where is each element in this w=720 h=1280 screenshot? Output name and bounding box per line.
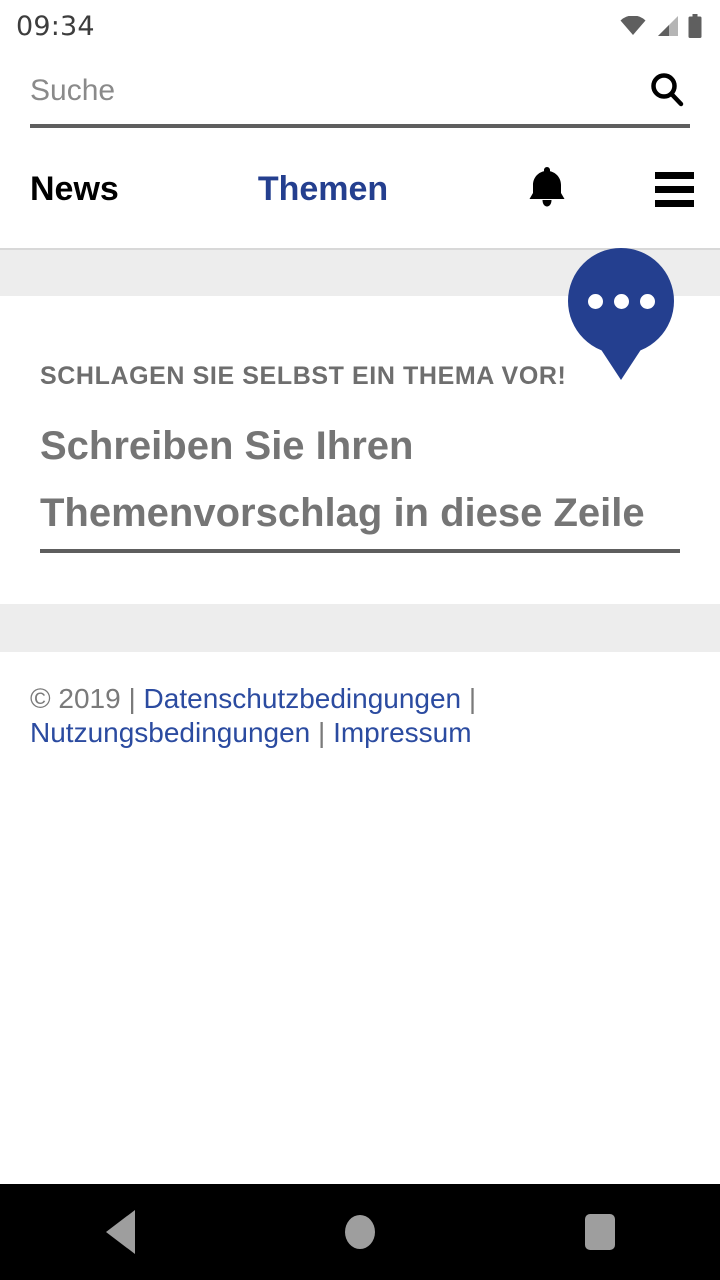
back-triangle-icon (105, 1210, 135, 1254)
android-home-button[interactable] (300, 1184, 420, 1280)
section-divider-band-bottom (0, 604, 720, 652)
footer-legal-line: © 2019 | Datenschutzbedingungen | Nutzun… (30, 682, 690, 750)
bubble-dot (639, 293, 655, 309)
search-underline (30, 124, 690, 128)
wifi-icon (620, 16, 646, 36)
bubble-dot (587, 293, 603, 309)
bubble-dot (613, 293, 629, 309)
footer-separator: | (318, 717, 326, 748)
cellular-signal-icon (655, 16, 679, 36)
footer-separator: | (128, 683, 136, 714)
footer-link-nutzungsbedingungen[interactable]: Nutzungsbedingungen (30, 717, 310, 748)
suggestion-field-wrapper (30, 413, 690, 553)
topic-suggestion-input[interactable] (40, 413, 685, 547)
status-icons (620, 14, 702, 38)
bubble-tail (600, 348, 642, 380)
footer: © 2019 | Datenschutzbedingungen | Nutzun… (0, 652, 720, 750)
battery-icon (688, 14, 702, 38)
hamburger-menu-button[interactable] (655, 171, 694, 207)
nav-item-themen[interactable]: Themen (258, 170, 388, 209)
footer-link-datenschutz[interactable]: Datenschutzbedingungen (144, 683, 462, 714)
page-body: 09:34 Suche News Themen SCHLAGEN SIE SEL… (0, 0, 720, 1184)
nav-item-news[interactable]: News (30, 170, 119, 209)
search-input[interactable] (30, 68, 644, 114)
recents-square-icon (585, 1214, 615, 1250)
footer-link-impressum[interactable]: Impressum (333, 717, 471, 748)
notification-button[interactable] (526, 164, 568, 215)
suggestion-field-underline (40, 549, 680, 553)
main-navigation: News Themen (0, 130, 720, 250)
speech-bubble-ellipsis-icon[interactable] (568, 248, 674, 380)
search-icon (647, 70, 687, 113)
notification-bell-icon (526, 164, 568, 215)
footer-copyright: © 2019 (30, 683, 121, 714)
status-bar: 09:34 (0, 0, 720, 52)
footer-separator: | (468, 683, 477, 714)
android-recents-button[interactable] (540, 1184, 660, 1280)
search-button[interactable] (644, 68, 690, 114)
status-time: 09:34 (16, 10, 95, 42)
android-system-nav-bar (0, 1184, 720, 1280)
home-circle-icon (345, 1215, 375, 1249)
topic-suggestion-section: SCHLAGEN SIE SELBST EIN THEMA VOR! (0, 248, 720, 604)
search-bar (0, 52, 720, 130)
hamburger-menu-icon-line (655, 199, 694, 207)
page-spacer (0, 750, 720, 1184)
android-back-button[interactable] (60, 1184, 180, 1280)
hamburger-menu-icon-line (655, 171, 694, 179)
hamburger-menu-icon-line (655, 185, 694, 193)
